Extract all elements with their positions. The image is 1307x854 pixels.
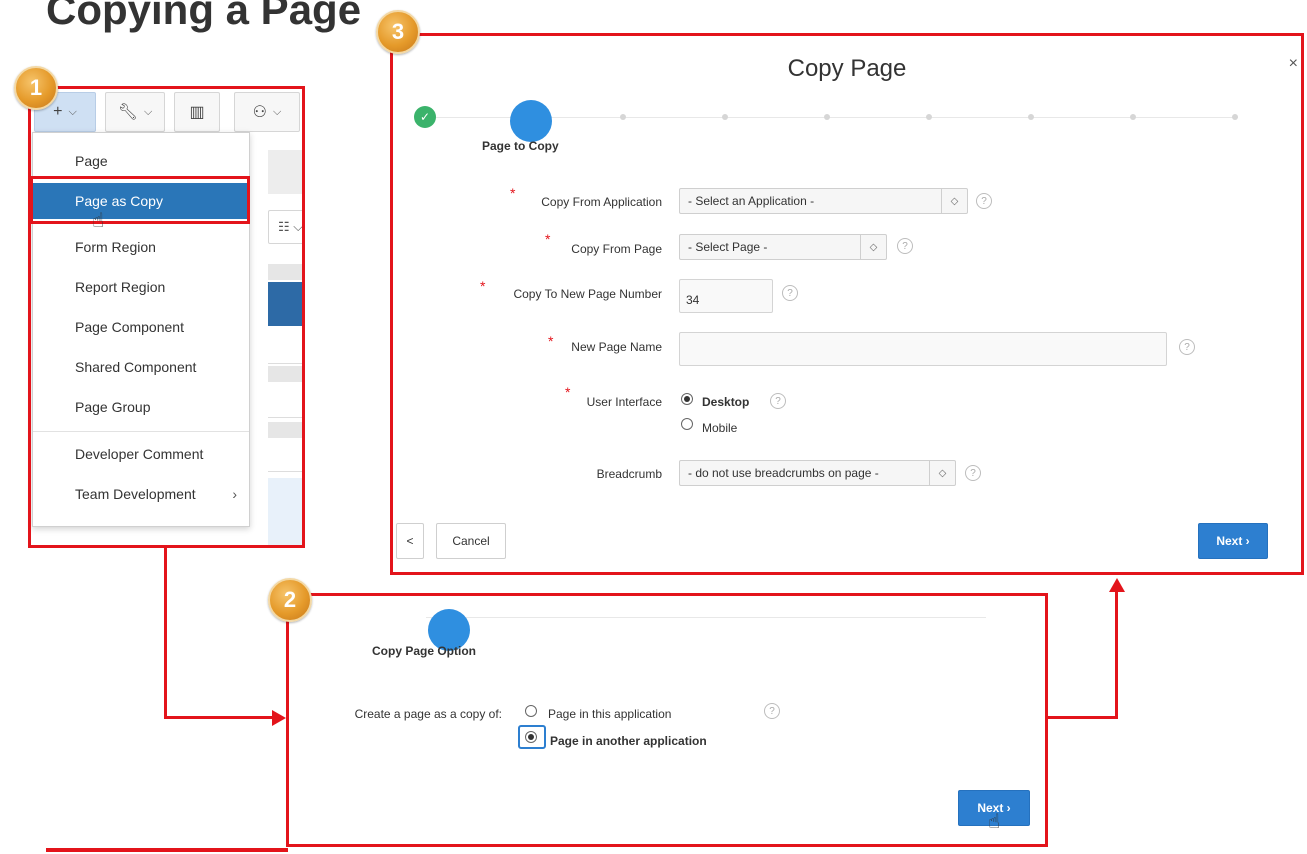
- highlight-frame-2: [286, 593, 1048, 847]
- connector-arrow-icon: [272, 710, 286, 726]
- highlight-frame-3: [390, 33, 1304, 575]
- hand-cursor-icon: ☝︎: [92, 210, 105, 232]
- highlight-frame-1: [28, 86, 305, 548]
- connector-arrow-icon: [1109, 578, 1125, 592]
- step-badge-2: 2: [268, 578, 312, 622]
- highlight-page-as-copy: [30, 176, 250, 224]
- connector-line: [1115, 592, 1118, 719]
- step-badge-1: 1: [14, 66, 58, 110]
- connector-line: [1048, 716, 1118, 719]
- connector-line: [164, 716, 274, 719]
- connector-line: [164, 548, 167, 718]
- slide-title: Copying a Page: [46, 0, 362, 33]
- footer-rule: [46, 848, 288, 852]
- step-badge-3: 3: [376, 10, 420, 54]
